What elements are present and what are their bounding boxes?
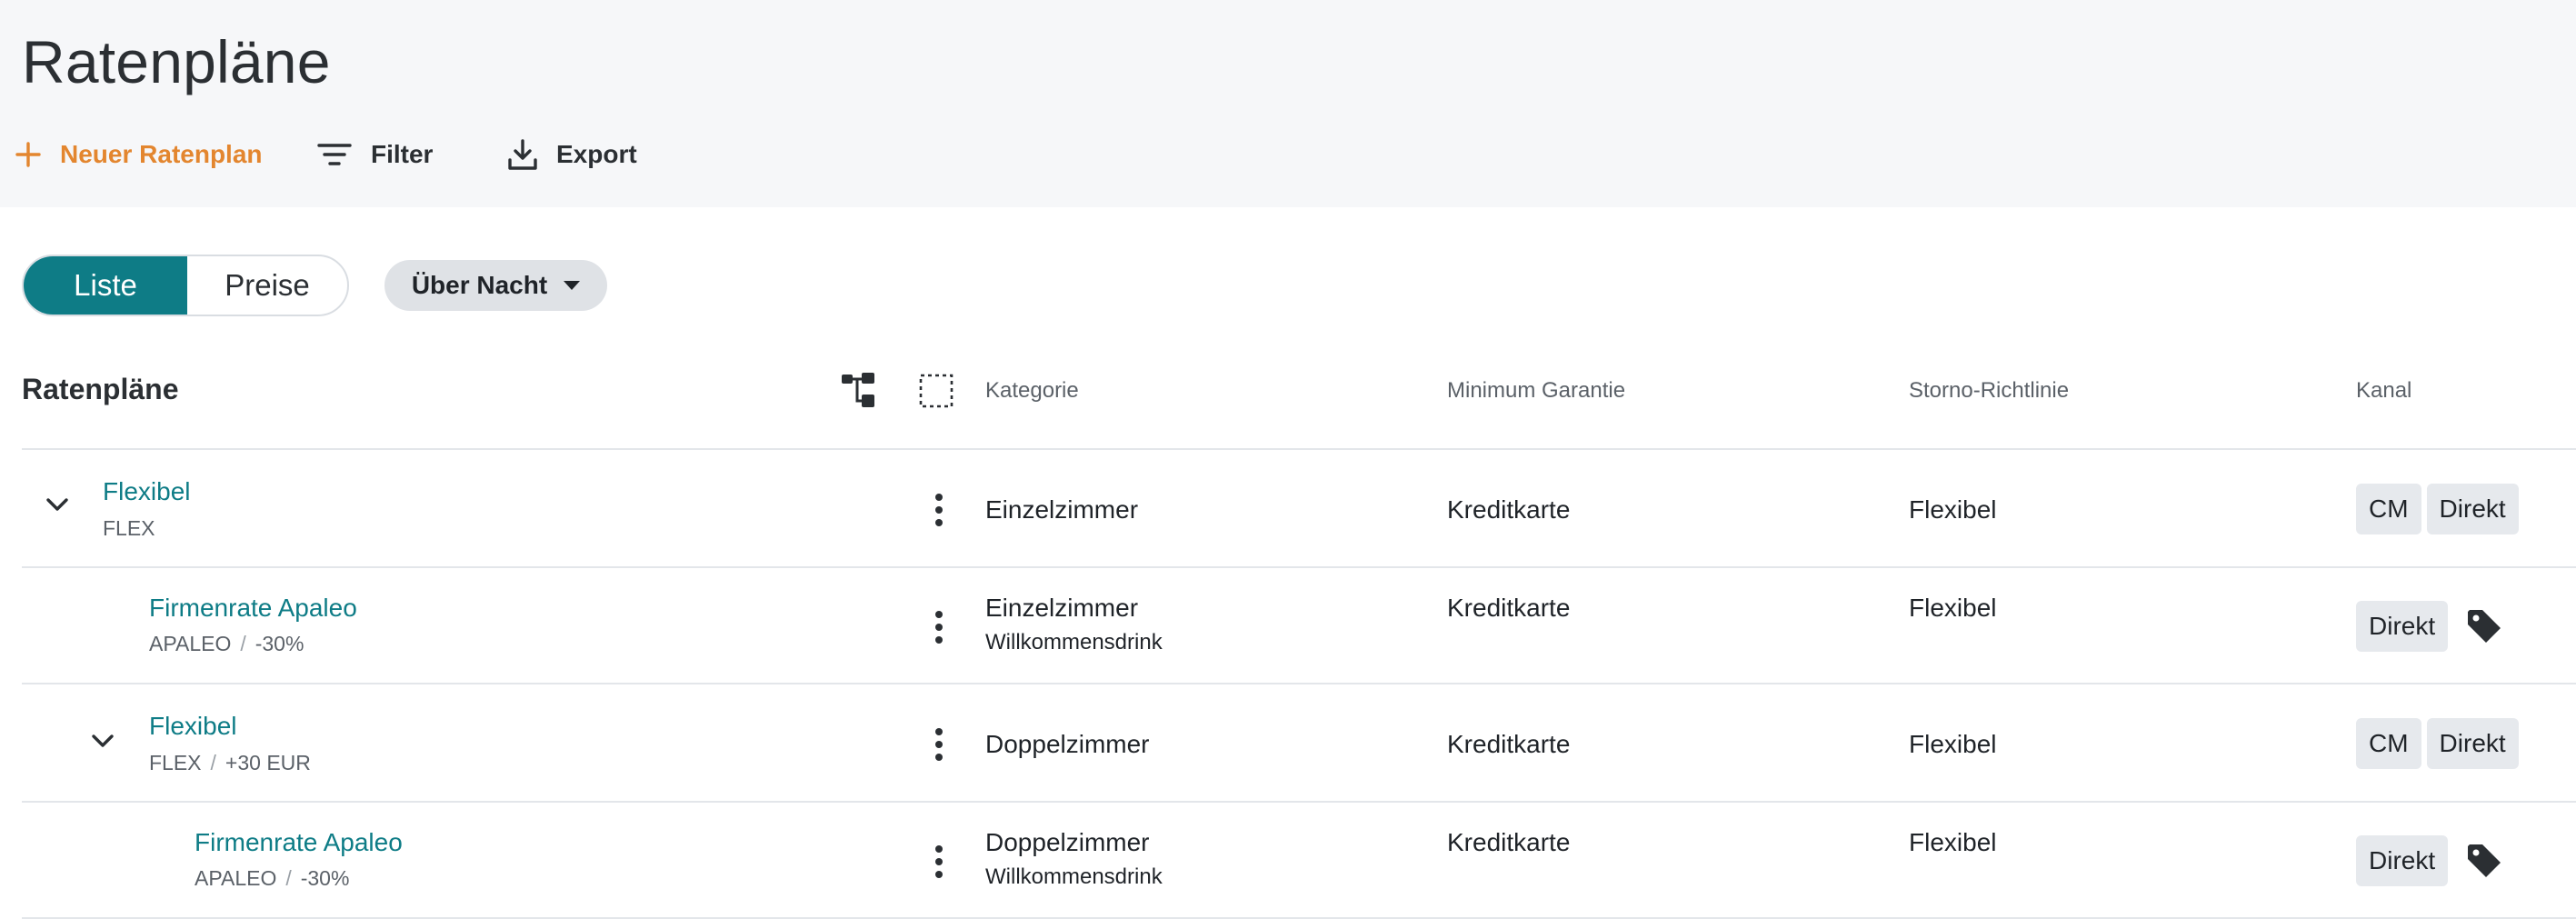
channel-badge-cm[interactable]: CM [2356,484,2421,534]
table-header: Ratenpläne Kategorie Minimum Garantie St… [22,345,2576,450]
kategorie-cell: Einzelzimmer [985,594,1139,622]
column-header-kanal[interactable]: Kanal [2356,378,2411,404]
garantie-cell: Kreditkarte [1447,495,1571,524]
channel-badge-cm[interactable]: CM [2356,718,2421,769]
more-vertical-icon[interactable] [925,492,953,528]
rate-plan-modifier: -30% [300,866,350,890]
page-title: Ratenpläne [22,28,331,95]
rate-plan-name[interactable]: Firmenrate Apaleo [149,594,357,623]
selection-box-icon[interactable] [918,373,954,409]
new-rate-plan-button[interactable]: Neuer Ratenplan [15,140,287,169]
table-row: Firmenrate Apaleo APALEO / -30% Einzelzimm… [22,568,2576,684]
view-option-preise[interactable]: Preise [187,256,347,315]
chevron-down-icon[interactable] [44,495,71,514]
table-row: Flexibel FLEX Einzelzimmer Kreditkarte F… [22,450,2576,568]
channel-badge-direkt[interactable]: Direkt [2426,484,2519,534]
rate-plan-code: FLEX [103,516,155,541]
rate-plan-code-text: APALEO [195,866,277,890]
kanal-cell: CM Direkt [2356,484,2524,534]
storno-cell: Flexibel [1909,594,1997,622]
storno-cell: Flexibel [1909,495,1997,524]
rate-plan-name[interactable]: Flexibel [149,712,236,741]
rate-plan-code: APALEO / -30% [195,866,349,891]
kategorie-cell: Doppelzimmer [985,828,1150,856]
rate-plans-table: Ratenpläne Kategorie Minimum Garantie St… [22,345,2576,919]
storno-cell: Flexibel [1909,730,1997,758]
kanal-cell: CM Direkt [2356,718,2524,769]
rate-plan-name[interactable]: Flexibel [103,477,190,506]
kategorie-cell: Doppelzimmer [985,730,1150,758]
kanal-cell: Direkt [2356,601,2504,652]
rate-plan-code: APALEO / -30% [149,632,304,656]
rate-plan-modifier: -30% [255,632,305,655]
download-icon [508,139,537,170]
kategorie-cell: Einzelzimmer [985,495,1139,524]
view-toggle: Liste Preise [22,255,349,316]
filter-button[interactable]: Filter [316,140,480,169]
more-vertical-icon[interactable] [925,726,953,763]
garantie-cell: Kreditkarte [1447,730,1571,758]
filter-lines-icon [317,144,352,165]
separator: / [210,751,216,774]
page-header: Ratenpläne Neuer Ratenplan Filter Export [0,0,2576,207]
column-header-minimum-garantie[interactable]: Minimum Garantie [1447,378,1625,404]
caret-down-icon [564,281,581,290]
export-label: Export [556,140,637,168]
plus-icon [15,142,41,167]
rate-plan-code-text: FLEX [103,516,155,540]
chevron-down-icon[interactable] [89,732,116,750]
rate-plan-code: FLEX / +30 EUR [149,751,311,775]
separator: / [285,866,292,890]
more-vertical-icon[interactable] [925,609,953,645]
action-bar: Neuer Ratenplan Filter Export [15,127,637,182]
storno-cell: Flexibel [1909,828,1997,856]
column-header-storno[interactable]: Storno-Richtlinie [1909,378,2069,404]
filter-label: Filter [371,140,434,168]
export-button[interactable]: Export [507,138,637,171]
channel-badge-direkt[interactable]: Direkt [2356,835,2449,886]
view-option-liste[interactable]: Liste [24,256,187,315]
table-title: Ratenpläne [22,373,179,405]
price-tag-icon[interactable] [2464,841,2504,881]
garantie-cell: Kreditkarte [1447,828,1571,856]
rate-plan-code-text: FLEX [149,751,202,774]
garantie-cell: Kreditkarte [1447,594,1571,622]
period-dropdown[interactable]: Über Nacht [384,260,607,311]
channel-badge-direkt[interactable]: Direkt [2356,601,2449,652]
kategorie-extra: Willkommensdrink [985,864,1163,889]
hierarchy-icon[interactable] [840,371,880,411]
period-dropdown-label: Über Nacht [411,271,548,299]
rate-plan-code-text: APALEO [149,632,232,655]
table-row: Firmenrate Apaleo APALEO / -30% Doppelzimm… [22,803,2576,919]
kanal-cell: Direkt [2356,835,2504,886]
separator: / [240,632,246,655]
more-vertical-icon[interactable] [925,844,953,880]
new-rate-plan-label: Neuer Ratenplan [60,140,263,168]
rate-plan-modifier: +30 EUR [225,751,311,774]
kategorie-extra: Willkommensdrink [985,630,1163,654]
channel-badge-direkt[interactable]: Direkt [2426,718,2519,769]
table-row: Flexibel FLEX / +30 EUR Doppelzimmer Kredi… [22,684,2576,803]
price-tag-icon[interactable] [2464,606,2504,646]
rate-plan-name[interactable]: Firmenrate Apaleo [195,828,403,857]
column-header-kategorie[interactable]: Kategorie [985,378,1079,404]
